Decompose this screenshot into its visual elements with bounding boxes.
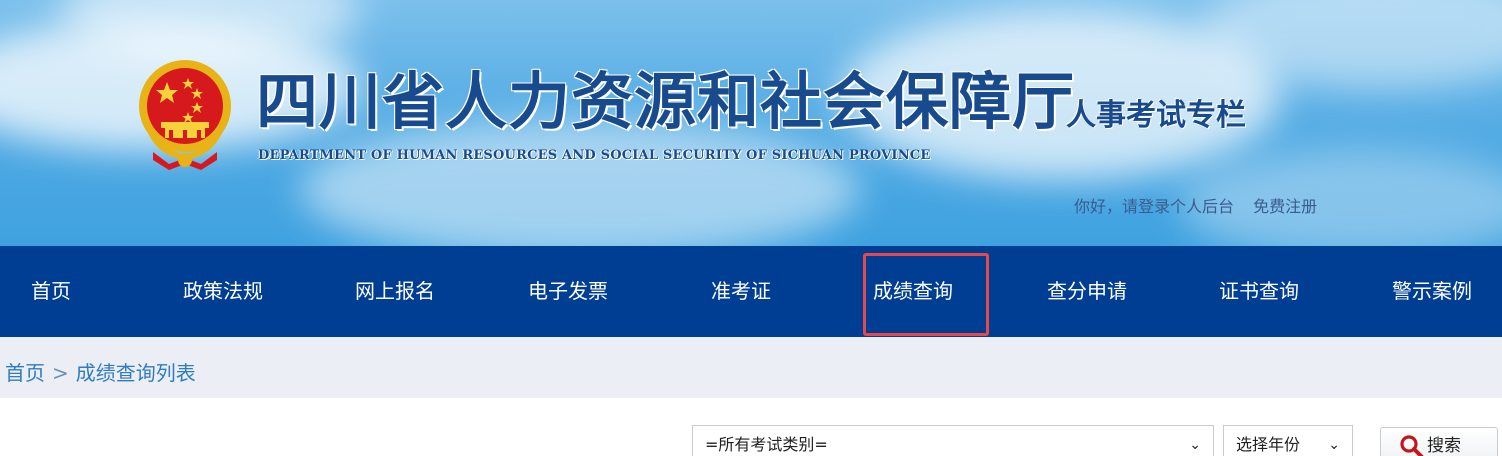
user-links: 你好，请登录个人后台 免费注册: [1074, 196, 1317, 218]
magnifier-icon: [1400, 435, 1424, 456]
main-nav: 首页 政策法规 网上报名 电子发票 准考证 成绩查询 查分申请 证书查询 警示案…: [0, 246, 1502, 337]
nav-item-score-review[interactable]: 查分申请: [1047, 246, 1127, 337]
nav-item-score-query[interactable]: 成绩查询: [873, 246, 953, 337]
national-emblem-icon: [139, 60, 231, 170]
nav-item-online-registration[interactable]: 网上报名: [355, 246, 435, 337]
breadcrumb-current-link[interactable]: 成绩查询列表: [76, 361, 196, 385]
org-title-english: DEPARTMENT OF HUMAN RESOURCES AND SOCIAL…: [258, 148, 931, 163]
breadcrumb-home-link[interactable]: 首页: [5, 361, 45, 385]
breadcrumb: 首页 > 成绩查询列表: [5, 337, 196, 398]
register-link[interactable]: 免费注册: [1253, 197, 1317, 216]
nav-item-admission-ticket[interactable]: 准考证: [711, 246, 771, 337]
nav-item-warning-cases[interactable]: 警示案例: [1392, 246, 1472, 337]
column-title: 人事考试专栏: [1066, 98, 1246, 133]
nav-item-e-invoice[interactable]: 电子发票: [528, 246, 608, 337]
header-banner: 四川省人力资源和社会保障厅 DEPARTMENT OF HUMAN RESOUR…: [0, 0, 1502, 246]
exam-category-value: =所有考试类别=: [705, 435, 828, 454]
login-link[interactable]: 你好，请登录个人后台: [1074, 197, 1234, 216]
org-title: 四川省人力资源和社会保障厅: [256, 65, 1076, 138]
chevron-down-icon: ⌄: [1189, 437, 1201, 453]
nav-item-policies[interactable]: 政策法规: [183, 246, 263, 337]
search-button-label: 搜索: [1427, 436, 1461, 456]
nav-item-home[interactable]: 首页: [31, 246, 71, 337]
year-select[interactable]: 选择年份 ⌄: [1223, 425, 1353, 456]
exam-category-select[interactable]: =所有考试类别= ⌄: [692, 425, 1214, 456]
search-button[interactable]: 搜索: [1380, 427, 1498, 456]
breadcrumb-bar: 首页 > 成绩查询列表: [0, 337, 1502, 398]
chevron-down-icon: ⌄: [1328, 437, 1340, 453]
nav-item-certificate-query[interactable]: 证书查询: [1219, 246, 1299, 337]
breadcrumb-separator: >: [52, 361, 69, 385]
year-select-value: 选择年份: [1236, 435, 1301, 454]
